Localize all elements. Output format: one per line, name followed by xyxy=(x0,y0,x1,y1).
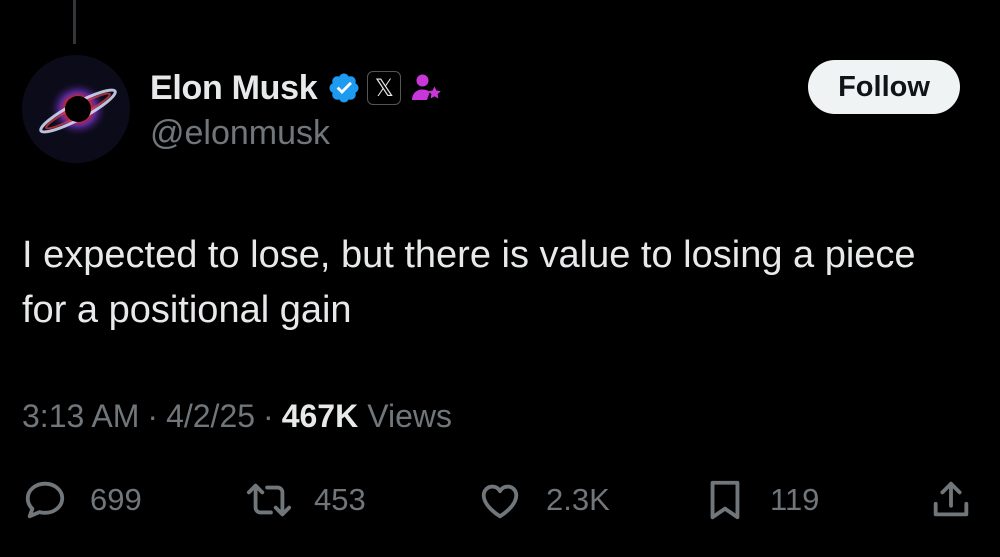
meta-separator: · xyxy=(147,398,159,434)
like-button[interactable]: 2.3K xyxy=(476,474,610,526)
bookmark-icon xyxy=(710,480,740,520)
follow-button[interactable]: Follow xyxy=(808,60,960,114)
tweet-text: I expected to lose, but there is value t… xyxy=(22,234,916,331)
repost-button[interactable]: 453 xyxy=(244,474,366,526)
reply-button[interactable]: 699 xyxy=(22,474,142,526)
bookmark-count: 119 xyxy=(770,482,820,517)
meta-separator: · xyxy=(263,398,274,434)
author-name-row: Elon Musk 𝕏 xyxy=(150,66,445,110)
tweet-actions-bar: 699 453 2.3K 119 xyxy=(0,474,1000,526)
avatar[interactable] xyxy=(22,55,130,163)
x-affiliation-badge-icon[interactable]: 𝕏 xyxy=(367,71,402,105)
x-logo-icon: 𝕏 xyxy=(374,74,394,102)
views-label: Views xyxy=(367,398,452,434)
share-icon xyxy=(933,481,969,517)
tweet-date[interactable]: 4/2/25 xyxy=(166,398,255,435)
heart-icon xyxy=(481,484,519,519)
repost-icon xyxy=(246,483,292,517)
tweet-meta: 3:13 AM · 4/2/25 · 467K Views xyxy=(22,398,452,435)
repost-count: 453 xyxy=(314,482,366,517)
reply-count: 699 xyxy=(90,482,142,517)
thread-connector-line xyxy=(73,0,76,44)
author-name[interactable]: Elon Musk xyxy=(150,69,318,108)
views-count: 467K xyxy=(281,398,359,434)
share-button[interactable] xyxy=(928,474,974,526)
bookmark-button[interactable]: 119 xyxy=(702,474,819,526)
like-count: 2.3K xyxy=(546,482,610,517)
author-handle[interactable]: @elonmusk xyxy=(150,114,330,153)
government-affiliate-badge-icon[interactable] xyxy=(409,70,445,106)
reply-icon xyxy=(25,481,65,519)
tweet-time[interactable]: 3:13 AM xyxy=(22,398,139,435)
verified-badge-icon[interactable] xyxy=(327,71,361,105)
